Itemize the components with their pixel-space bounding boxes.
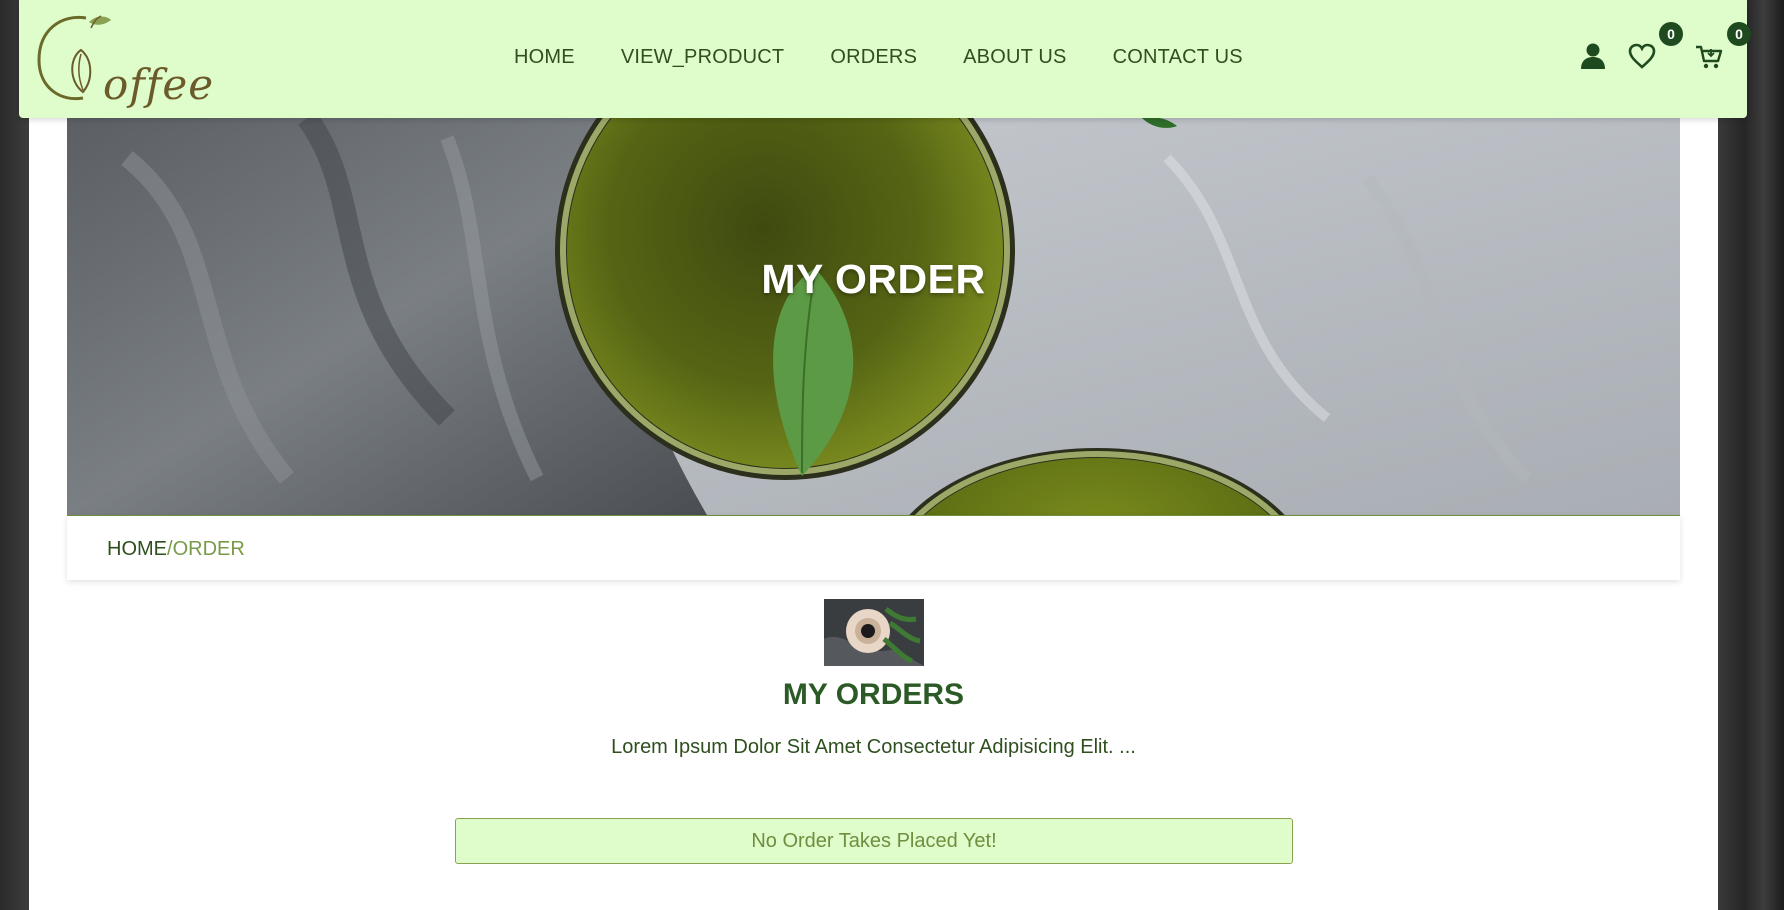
cart-icon[interactable] xyxy=(1695,44,1723,75)
section-description: Lorem Ipsum Dolor Sit Amet Consectetur A… xyxy=(611,736,1136,758)
nav-item-orders[interactable]: ORDERS xyxy=(830,46,917,69)
section-title: MY ORDERS xyxy=(782,678,965,711)
cart-count-badge: 0 xyxy=(1727,22,1751,46)
logo-text: offee xyxy=(103,60,215,109)
user-icon[interactable] xyxy=(1579,42,1607,75)
header-icons: 0 0 xyxy=(1527,0,1751,118)
breadcrumb-current: ORDER xyxy=(172,538,245,560)
hero-banner: MY ORDER xyxy=(67,118,1680,515)
site-header: offee HOME VIEW_PRODUCT ORDERS ABOUT US … xyxy=(19,0,1751,118)
hero-title: MY ORDER xyxy=(761,256,986,302)
nav-item-about-us[interactable]: ABOUT US xyxy=(963,46,1066,69)
main-nav: HOME VIEW_PRODUCT ORDERS ABOUT US CONTAC… xyxy=(514,46,1289,69)
nav-item-view-product[interactable]: VIEW_PRODUCT xyxy=(621,46,785,69)
matcha-tea-banner-image xyxy=(67,118,1680,515)
empty-orders-message: No Order Takes Placed Yet! xyxy=(455,818,1293,864)
breadcrumb: HOME/ORDER xyxy=(67,515,1680,580)
nav-item-home[interactable]: HOME xyxy=(514,46,575,69)
section-thumbnail-image xyxy=(824,599,924,666)
site-logo[interactable]: offee xyxy=(31,10,213,110)
breadcrumb-home-link[interactable]: HOME xyxy=(107,538,167,560)
page-edge xyxy=(1718,0,1784,910)
heart-icon[interactable] xyxy=(1628,43,1656,74)
wishlist-count-badge: 0 xyxy=(1659,22,1683,46)
nav-item-contact-us[interactable]: CONTACT US xyxy=(1113,46,1243,69)
